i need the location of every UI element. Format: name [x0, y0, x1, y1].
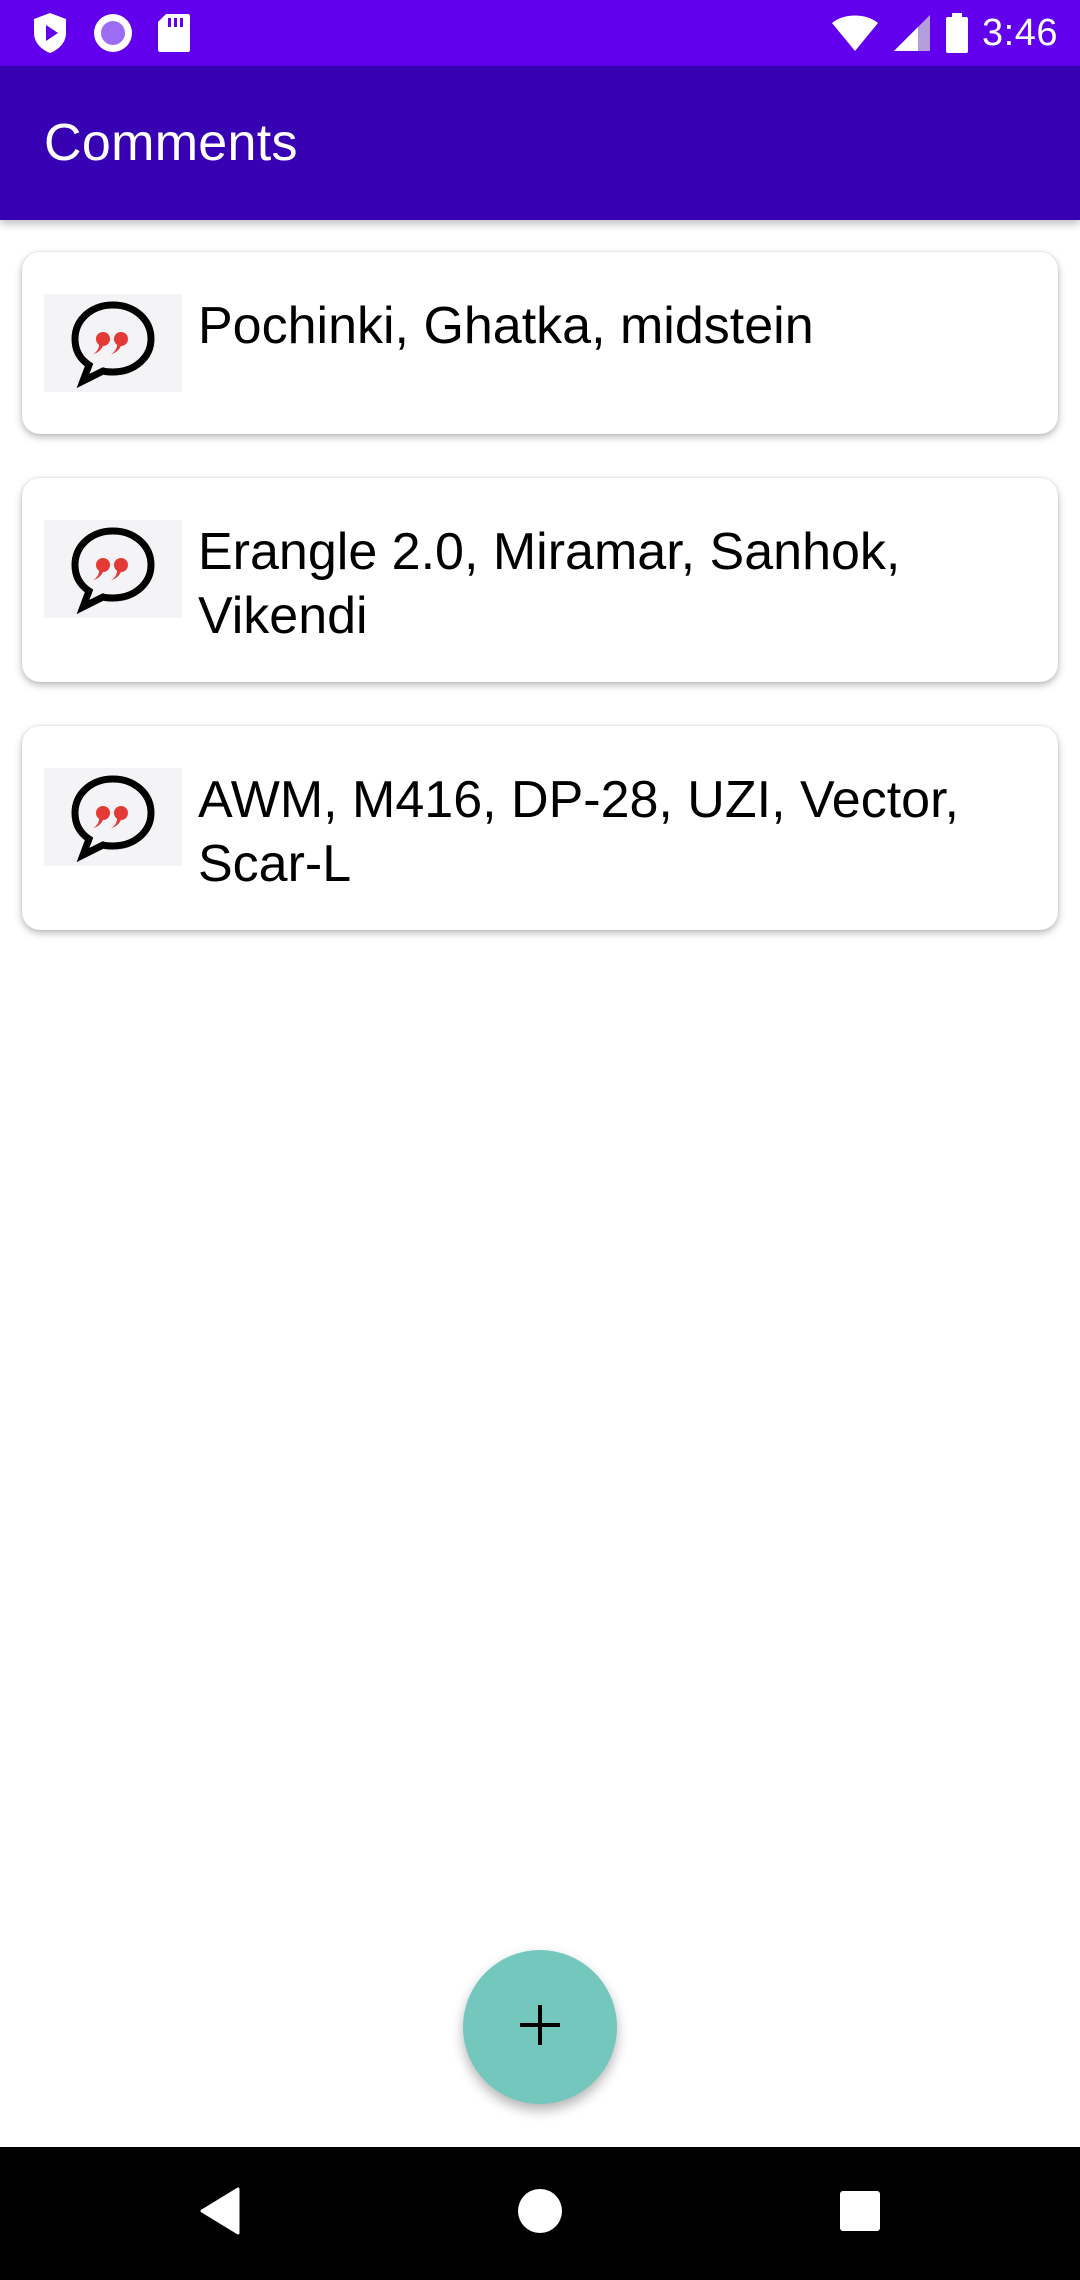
recents-icon: [838, 2189, 882, 2238]
comment-card[interactable]: Pochinki, Ghatka, midstein: [22, 252, 1058, 434]
shield-play-icon: [30, 11, 70, 55]
comment-list: Pochinki, Ghatka, midstein Erangle 2.0, …: [22, 252, 1058, 974]
comment-text: Erangle 2.0, Miramar, Sanhok, Vikendi: [198, 523, 901, 645]
back-button[interactable]: [140, 2147, 300, 2280]
wifi-icon: [830, 13, 880, 53]
status-left-icons: [30, 10, 192, 56]
home-button[interactable]: [460, 2147, 620, 2280]
quote-bubble-icon: [44, 520, 182, 618]
plus-icon: [518, 2003, 562, 2052]
back-icon: [198, 2186, 242, 2241]
circle-record-icon: [92, 12, 134, 54]
sd-card-icon: [156, 12, 192, 54]
battery-icon: [944, 12, 970, 54]
app-bar: Comments: [0, 66, 1080, 220]
quote-bubble-icon: [44, 294, 182, 392]
status-time: 3:46: [982, 11, 1058, 54]
page-title: Comments: [44, 114, 298, 172]
quote-bubble-icon: [44, 768, 182, 866]
add-comment-button[interactable]: [463, 1950, 617, 2104]
comment-card[interactable]: Erangle 2.0, Miramar, Sanhok, Vikendi: [22, 478, 1058, 682]
status-bar: 3:46: [0, 0, 1080, 66]
recents-button[interactable]: [780, 2147, 940, 2280]
status-right-icons: 3:46: [830, 8, 1058, 58]
navigation-bar: [0, 2147, 1080, 2280]
comments-screen: 3:46 Comments Pochinki, Ghatka, midstein: [0, 0, 1080, 2280]
home-icon: [516, 2187, 564, 2240]
signal-icon: [892, 13, 932, 53]
comment-text: Pochinki, Ghatka, midstein: [198, 297, 814, 355]
comment-text: AWM, M416, DP-28, UZI, Vector, Scar-L: [198, 771, 959, 893]
comment-card[interactable]: AWM, M416, DP-28, UZI, Vector, Scar-L: [22, 726, 1058, 930]
